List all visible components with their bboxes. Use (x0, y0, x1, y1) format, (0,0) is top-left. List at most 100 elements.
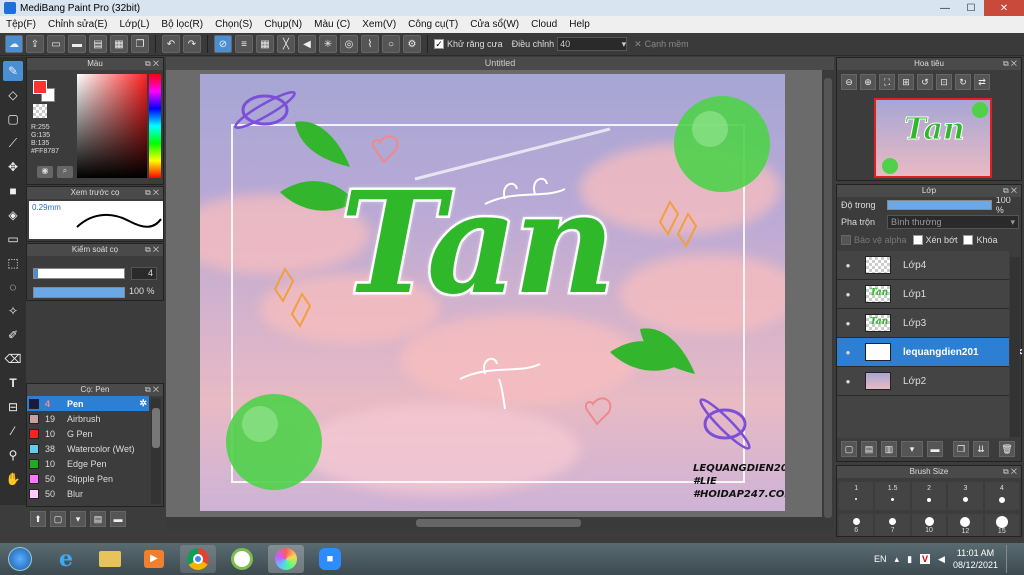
visibility-icon[interactable]: ● (841, 348, 855, 357)
ie-icon[interactable]: e (48, 545, 84, 573)
menu-cloud[interactable]: Cloud (525, 19, 563, 30)
text-tool-icon[interactable]: T (3, 373, 23, 393)
move-tool-icon[interactable]: ✥ (3, 157, 23, 177)
lasso-tool-icon[interactable]: ◌ (3, 277, 23, 297)
add-brush-icon[interactable]: ⬆ (30, 511, 46, 527)
minimize-button[interactable]: — (932, 0, 958, 16)
start-button[interactable] (0, 545, 40, 573)
brush-item[interactable]: 19 Airbrush (27, 411, 149, 426)
dot-tool-icon[interactable]: ⟋ (3, 133, 23, 153)
menu-color[interactable]: Màu (C) (308, 19, 356, 30)
maximize-button[interactable]: ☐ (958, 0, 984, 16)
menu-snap[interactable]: Chụp(N) (258, 19, 308, 30)
undock-icon[interactable]: ⧉ ✕ (145, 244, 159, 256)
gear-icon[interactable]: ✲ (139, 398, 147, 409)
size-cell[interactable]: 1 (839, 482, 874, 510)
layer-row[interactable]: ● Lớp4 (837, 251, 1009, 280)
snap-off-icon[interactable]: ⊘ (214, 35, 232, 53)
new-layer-8bit-icon[interactable]: ▤ (861, 441, 877, 457)
duplicate-layer-icon[interactable]: ❐ (953, 441, 969, 457)
brush-size-input[interactable]: 4 (131, 267, 157, 280)
app-icon[interactable] (224, 545, 260, 573)
document-icon[interactable]: ▤ (89, 35, 107, 53)
actual-size-icon[interactable]: ⊞ (898, 74, 914, 90)
search-icon[interactable]: ⌕ (57, 166, 73, 178)
size-cell[interactable]: 2 (911, 482, 947, 510)
brush-settings-icon[interactable]: ▤ (90, 511, 106, 527)
volume-icon[interactable]: ◀ (938, 554, 945, 565)
dropper-icon[interactable]: ⚲ (3, 445, 23, 465)
bucket-tool-icon[interactable]: ◈ (3, 205, 23, 225)
share-icon[interactable]: ⇪ (26, 35, 44, 53)
lock-checkbox[interactable]: Khóa (963, 235, 998, 245)
file-explorer-icon[interactable] (92, 545, 128, 573)
zoom-out-icon[interactable]: ⊖ (841, 74, 857, 90)
brush-item[interactable]: 50 Stipple Pen (27, 471, 149, 486)
settings-gear-icon[interactable]: ⚙ (403, 35, 421, 53)
hue-slider[interactable] (149, 74, 161, 178)
clock-date[interactable]: 08/12/2021 (953, 559, 998, 571)
curve-snap-icon[interactable]: ⌇ (361, 35, 379, 53)
undock-icon[interactable]: ⧉ ✕ (1003, 58, 1017, 70)
menu-filter[interactable]: Bộ lọc(R) (155, 19, 209, 30)
fill-rect-tool-icon[interactable]: ■ (3, 181, 23, 201)
menu-file[interactable]: Tệp(F) (0, 19, 42, 30)
tray-up-icon[interactable]: ▴ (895, 554, 900, 565)
redo-icon[interactable]: ↷ (183, 35, 201, 53)
undock-icon[interactable]: ⧉ ✕ (145, 58, 159, 70)
paint-app-icon[interactable] (268, 545, 304, 573)
radial-snap-icon[interactable]: ✳ (319, 35, 337, 53)
protect-alpha-checkbox[interactable]: Bảo vệ alpha (841, 235, 907, 245)
merge-layer-icon[interactable]: ⇊ (973, 441, 989, 457)
add-layer-menu-icon[interactable]: ▾ (901, 441, 923, 457)
vertical-scrollbar[interactable] (822, 70, 834, 529)
blend-mode-select[interactable]: Bình thường ▾ (887, 215, 1019, 229)
layer-row[interactable]: ● Lớp2 (837, 367, 1009, 396)
soft-edge-toggle[interactable]: ✕ Cạnh mềm (634, 39, 689, 50)
brush-menu-icon[interactable]: ▾ (70, 511, 86, 527)
menu-help[interactable]: Help (563, 19, 596, 30)
document-tab[interactable]: Untitled (166, 57, 834, 70)
size-cell[interactable]: 7 (875, 514, 910, 536)
tray-app-icon[interactable]: V (920, 554, 931, 564)
close-button[interactable]: ✕ (984, 0, 1024, 16)
menu-select[interactable]: Chọn(S) (209, 19, 258, 30)
layer-row[interactable]: ● Tan Lớp1 (837, 280, 1009, 309)
brush-item[interactable]: 38 Watercolor (Wet) (27, 441, 149, 456)
network-icon[interactable]: ▮ (907, 554, 912, 565)
chrome-icon[interactable] (180, 545, 216, 573)
size-cell[interactable]: 6 (839, 514, 874, 536)
cross-snap-icon[interactable]: ╳ (277, 35, 295, 53)
transparent-swatch[interactable] (33, 104, 47, 118)
size-cell[interactable]: 12 (948, 514, 983, 536)
menu-tools[interactable]: Công cụ(T) (402, 19, 464, 30)
panel-icon[interactable]: ▦ (110, 35, 128, 53)
brush-size-slider[interactable] (33, 268, 125, 279)
flip-icon[interactable]: ⇄ (974, 74, 990, 90)
eraser-tool-icon[interactable]: ◇ (3, 85, 23, 105)
size-cell[interactable]: 3 (948, 482, 983, 510)
rotate-left-icon[interactable]: ↺ (917, 74, 933, 90)
new-layer-1bit-icon[interactable]: ▥ (881, 441, 897, 457)
hand-tool-icon[interactable]: ✋ (3, 469, 23, 489)
menu-layer[interactable]: Lớp(L) (114, 19, 156, 30)
clock-time[interactable]: 11:01 AM (953, 547, 998, 559)
chat-icon[interactable]: ▭ (47, 35, 65, 53)
media-player-icon[interactable]: ▶ (136, 545, 172, 573)
layer-row[interactable]: ●lequangdien201✲ (837, 338, 1023, 367)
magic-wand-icon[interactable]: ✧ (3, 301, 23, 321)
checkbox-icon[interactable] (841, 235, 851, 245)
parallel-snap-icon[interactable]: ≡ (235, 35, 253, 53)
ellipse-snap-icon[interactable]: ○ (382, 35, 400, 53)
copy-icon[interactable]: ❐ (131, 35, 149, 53)
folder-icon[interactable]: ▬ (927, 441, 943, 457)
checkbox-icon[interactable] (912, 235, 923, 245)
menu-edit[interactable]: Chỉnh sửa(E) (42, 19, 114, 30)
navigator-preview[interactable]: Tan (874, 98, 992, 178)
grid-snap-icon[interactable]: ▦ (256, 35, 274, 53)
visibility-icon[interactable]: ● (841, 261, 855, 270)
gradient-tool-icon[interactable]: ▭ (3, 229, 23, 249)
undock-icon[interactable]: ⧉ ✕ (145, 384, 159, 396)
undo-icon[interactable]: ↶ (162, 35, 180, 53)
brush-opacity-slider[interactable] (33, 287, 125, 298)
